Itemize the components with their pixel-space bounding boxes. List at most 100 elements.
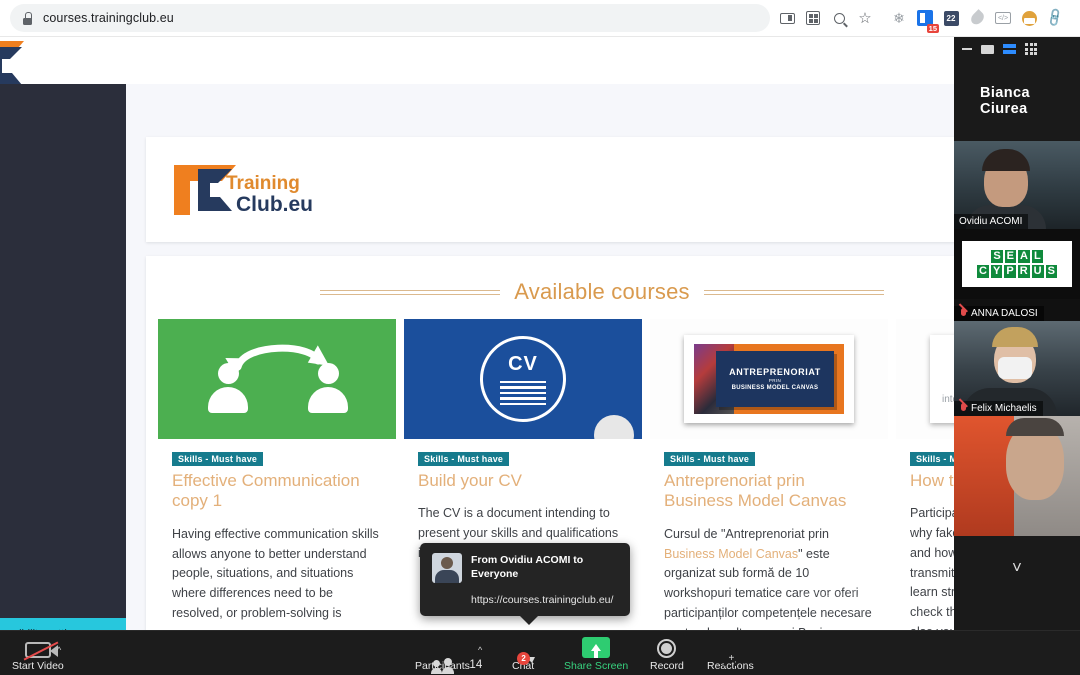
poster-subtitle: PRIN (768, 378, 782, 383)
record-button[interactable]: Record (650, 639, 684, 672)
browser-action-icons: ☆ ❄ 15 22 </> 🔗 (774, 5, 1068, 33)
course-description: Having effective communication skills al… (172, 526, 379, 640)
chat-message[interactable]: https://courses.trainingclub.eu/ (471, 594, 618, 606)
logo-line-1: SEAL (991, 250, 1043, 263)
activate-windows-watermark: Activate Windows Go to Settings to activ… (798, 587, 948, 615)
cv-lines-icon (500, 380, 546, 406)
participants-options-caret-icon[interactable]: ^ (478, 645, 482, 655)
snowflake-extension-icon[interactable]: ❄ (886, 5, 912, 31)
course-thumbnail: ANTREPRENORIAT PRIN BUSINESS MODEL CANVA… (650, 319, 888, 439)
participant-tile-felix[interactable]: Felix Michaelis (954, 321, 1080, 416)
bookmark-star-icon[interactable]: ☆ (852, 5, 878, 31)
logo-word-club: Club.eu (236, 193, 313, 216)
minimize-icon[interactable] (962, 48, 972, 50)
record-icon (657, 639, 677, 658)
start-video-label: Start Video (12, 660, 64, 672)
code-extension-icon[interactable]: </> (990, 5, 1016, 31)
watermark-line-2: Go to Settings to activate Windows. (798, 604, 948, 615)
participant-tile-last[interactable] (954, 416, 1080, 536)
course-badge: Skills - Must have (172, 452, 264, 466)
link-extension-icon[interactable]: 🔗 (1042, 5, 1068, 31)
heading-rule-left (320, 289, 501, 295)
watermark-line-1: Activate Windows (798, 587, 901, 602)
section-heading: Available courses (146, 279, 1058, 305)
seal-cyprus-logo: SEAL CYPRUS (962, 241, 1072, 287)
droplet-extension-icon[interactable] (964, 5, 990, 31)
browser-toolbar: courses.trainingclub.eu ☆ ❄ 15 22 </> 🔗 (0, 0, 1080, 37)
mic-muted-icon (959, 308, 967, 319)
logo-card: Training Club.eu (146, 137, 1058, 242)
mic-muted-icon (959, 403, 967, 414)
course-card-effective-communication[interactable]: Skills - Must have Effective Communicati… (158, 319, 396, 664)
site-left-sidebar[interactable]: ar essibility settings (0, 84, 126, 675)
training-club-logo: Training Club.eu (174, 165, 313, 216)
chat-sender: From Ovidiu ACOMI to Everyone (471, 554, 584, 581)
chevron-down-icon[interactable]: ˅ (1012, 558, 1022, 578)
grid-view-icon[interactable] (1025, 43, 1037, 55)
course-title[interactable]: Effective Communication copy 1 (172, 471, 382, 512)
chat-button[interactable]: 2 Chat (512, 652, 534, 672)
gallery-view-icon[interactable] (1003, 44, 1016, 54)
section-title: Available courses (514, 279, 690, 304)
course-title[interactable]: Build your CV (418, 471, 628, 491)
cv-thumb-text: CV (508, 352, 538, 375)
zoom-view-controls (954, 37, 1080, 61)
logo-line-2: CYPRUS (977, 265, 1057, 278)
course-title-line1: Antreprenoriat prin (664, 471, 805, 490)
participant-name: Felix Michaelis (971, 403, 1037, 414)
notes-badge-text: 22 (943, 10, 959, 26)
participant-tile-anna[interactable]: ANNA DALOSI (954, 299, 1080, 321)
participant-name: ANNA DALOSI (971, 308, 1038, 319)
share-screen-icon (582, 637, 611, 658)
participant-name-row: Felix Michaelis (954, 401, 1043, 416)
course-badge: Skills - Must have (664, 452, 756, 466)
participant-tile-ovidiu[interactable]: Ovidiu ACOMI (954, 141, 1080, 229)
course-title[interactable]: Antreprenoriat prin Business Model Canva… (664, 471, 874, 512)
course-badge: Skills - Must have (418, 452, 510, 466)
desc-highlight: Business Model Canvas (664, 546, 799, 561)
notes-extension-icon[interactable]: 22 (938, 5, 964, 31)
image-extension-icon[interactable] (1016, 5, 1042, 31)
reactions-button[interactable]: + Reactions (707, 653, 754, 673)
logo-word-training: Training (226, 173, 300, 194)
person-right-icon (308, 363, 348, 413)
chat-notification-toast[interactable]: From Ovidiu ACOMI to Everyone https://co… (420, 543, 630, 625)
video-options-caret-icon[interactable]: ^ (57, 645, 61, 655)
zoom-meeting-toolbar: Start Video ^ 14 Participants ^ 2 Chat S… (0, 630, 1080, 675)
participant-name-row: ANNA DALOSI (954, 306, 1044, 321)
address-bar[interactable]: courses.trainingclub.eu (10, 4, 770, 32)
avatar (594, 415, 634, 439)
heading-rule-right (703, 289, 884, 295)
cv-illustration-icon: CV (480, 336, 566, 422)
participant-tile-seal-cyprus[interactable]: SEAL CYPRUS (954, 229, 1080, 299)
zoom-participant-panel: Bianca Ciurea Ovidiu ACOMI SEAL CYPRUS A… (954, 37, 1080, 638)
course-thumbnail (158, 319, 396, 439)
search-icon[interactable] (826, 5, 852, 31)
calendar-extension-icon[interactable]: 15 (912, 5, 939, 33)
participants-button[interactable]: 14 Participants (415, 658, 482, 674)
desc-part-1: Cursul de "Antreprenoriat prin (664, 526, 829, 541)
start-video-button[interactable]: Start Video (12, 642, 64, 672)
poster-title: ANTREPRENORIAT (729, 367, 821, 377)
url-text: courses.trainingclub.eu (43, 11, 174, 25)
avatar (432, 553, 462, 583)
participants-count: 14 (469, 659, 483, 671)
record-label: Record (650, 660, 684, 672)
participant-name: Ovidiu ACOMI (954, 214, 1029, 229)
speaker-view-icon[interactable] (981, 44, 994, 54)
chat-unread-badge: 2 (517, 652, 531, 665)
lock-icon (22, 11, 33, 25)
course-thumbnail: CV (404, 319, 642, 439)
course-title-line2: Business Model Canvas (664, 491, 847, 511)
screen-root: courses.trainingclub.eu ☆ ❄ 15 22 </> 🔗 (0, 0, 1080, 675)
share-screen-button[interactable]: Share Screen (564, 637, 628, 672)
qr-code-icon[interactable] (800, 5, 826, 31)
reactions-plus-icon: + (728, 653, 735, 664)
active-speaker-name: Bianca Ciurea (980, 85, 1030, 117)
person-left-icon (208, 363, 248, 413)
camera-off-icon (24, 642, 58, 658)
bmc-poster-icon: ANTREPRENORIAT PRIN BUSINESS MODEL CANVA… (684, 335, 854, 423)
cast-icon[interactable] (774, 5, 800, 31)
page-header-strip (0, 37, 1080, 85)
share-screen-label: Share Screen (564, 660, 629, 672)
